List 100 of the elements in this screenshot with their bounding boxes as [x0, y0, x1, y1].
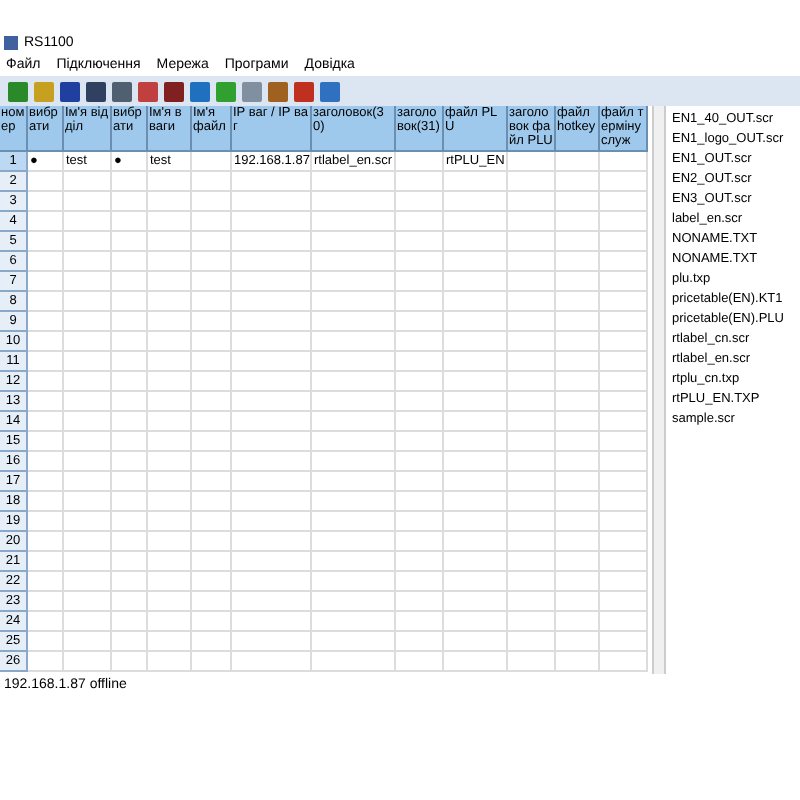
table-cell: [192, 572, 232, 592]
table-cell: [192, 172, 232, 192]
table-cell: [112, 512, 148, 532]
table-cell: [232, 292, 312, 312]
table-cell: [148, 252, 192, 272]
table-cell: [508, 372, 556, 392]
table-cell: [232, 272, 312, 292]
table-cell: [112, 332, 148, 352]
table-cell: [148, 432, 192, 452]
table-cell: [444, 572, 508, 592]
table-cell: [148, 232, 192, 252]
table-cell: [28, 652, 64, 672]
table-cell: [112, 392, 148, 412]
table-cell: [112, 352, 148, 372]
table-cell: [600, 252, 648, 272]
table-cell: [112, 272, 148, 292]
table-cell: [508, 572, 556, 592]
table-cell: [508, 512, 556, 532]
scrollbar[interactable]: [652, 106, 664, 674]
table-cell: [508, 492, 556, 512]
table-cell: [396, 472, 444, 492]
table-cell: [28, 592, 64, 612]
table-cell: [444, 512, 508, 532]
table-cell: [312, 632, 396, 652]
table-cell: [64, 512, 112, 532]
table-cell: [556, 592, 600, 612]
table-cell: [148, 272, 192, 292]
table-cell: [192, 372, 232, 392]
table-cell: [232, 252, 312, 272]
table-cell: [232, 612, 312, 632]
table-cell: [396, 432, 444, 452]
table-cell: [600, 212, 648, 232]
table-cell: [556, 172, 600, 192]
table-cell: [64, 632, 112, 652]
table-cell: [192, 272, 232, 292]
table-cell: [508, 392, 556, 412]
table-cell: [396, 532, 444, 552]
table-cell: [112, 572, 148, 592]
table-cell: [556, 152, 600, 172]
table-cell: [312, 292, 396, 312]
table-cell: [312, 372, 396, 392]
table-cell: [556, 532, 600, 552]
table-cell: [148, 352, 192, 372]
table-cell: [112, 552, 148, 572]
table-cell: [64, 352, 112, 372]
table-cell: [64, 592, 112, 612]
table-cell: [556, 392, 600, 412]
table-cell: [64, 492, 112, 512]
table-cell: [508, 592, 556, 612]
table-cell: [192, 252, 232, 272]
table-cell: [112, 652, 148, 672]
table-cell: [312, 432, 396, 452]
table-cell: [396, 312, 444, 332]
table-cell: [112, 532, 148, 552]
table-cell: [28, 172, 64, 192]
table-cell: [64, 292, 112, 312]
table-cell: [112, 452, 148, 472]
table-cell: [444, 472, 508, 492]
table-cell: [396, 232, 444, 252]
table-cell: [148, 632, 192, 652]
table-cell: [556, 632, 600, 652]
table-cell: [232, 232, 312, 252]
table-cell: [64, 532, 112, 552]
table-cell: [556, 412, 600, 432]
table-cell: [232, 432, 312, 452]
table-cell: [64, 452, 112, 472]
table-cell: [396, 172, 444, 192]
table-cell: [556, 272, 600, 292]
table-cell: [64, 432, 112, 452]
table-cell: [192, 612, 232, 632]
table-cell: [192, 392, 232, 412]
table-cell: [192, 292, 232, 312]
table-cell: [232, 392, 312, 412]
table-cell: [28, 332, 64, 352]
table-cell: [112, 612, 148, 632]
table-cell: [232, 192, 312, 212]
table-cell: [64, 472, 112, 492]
table-cell: [232, 412, 312, 432]
table-cell: [312, 592, 396, 612]
table-cell: [312, 212, 396, 232]
table-cell: [556, 552, 600, 572]
table-cell: [192, 352, 232, 372]
table-cell: [192, 652, 232, 672]
table-cell: [64, 612, 112, 632]
table-cell: [508, 212, 556, 232]
table-cell: [556, 352, 600, 372]
table-cell: [112, 232, 148, 252]
table-cell: [112, 192, 148, 212]
table-cell: [28, 192, 64, 212]
table-cell: [192, 512, 232, 532]
table-cell: [556, 252, 600, 272]
table-cell: [64, 552, 112, 572]
table-cell: [444, 232, 508, 252]
table-cell: [112, 472, 148, 492]
table-cell: [396, 372, 444, 392]
table-cell: [148, 332, 192, 352]
table-cell: [192, 192, 232, 212]
table-cell: [112, 252, 148, 272]
table-cell: [600, 332, 648, 352]
table-cell: [64, 652, 112, 672]
